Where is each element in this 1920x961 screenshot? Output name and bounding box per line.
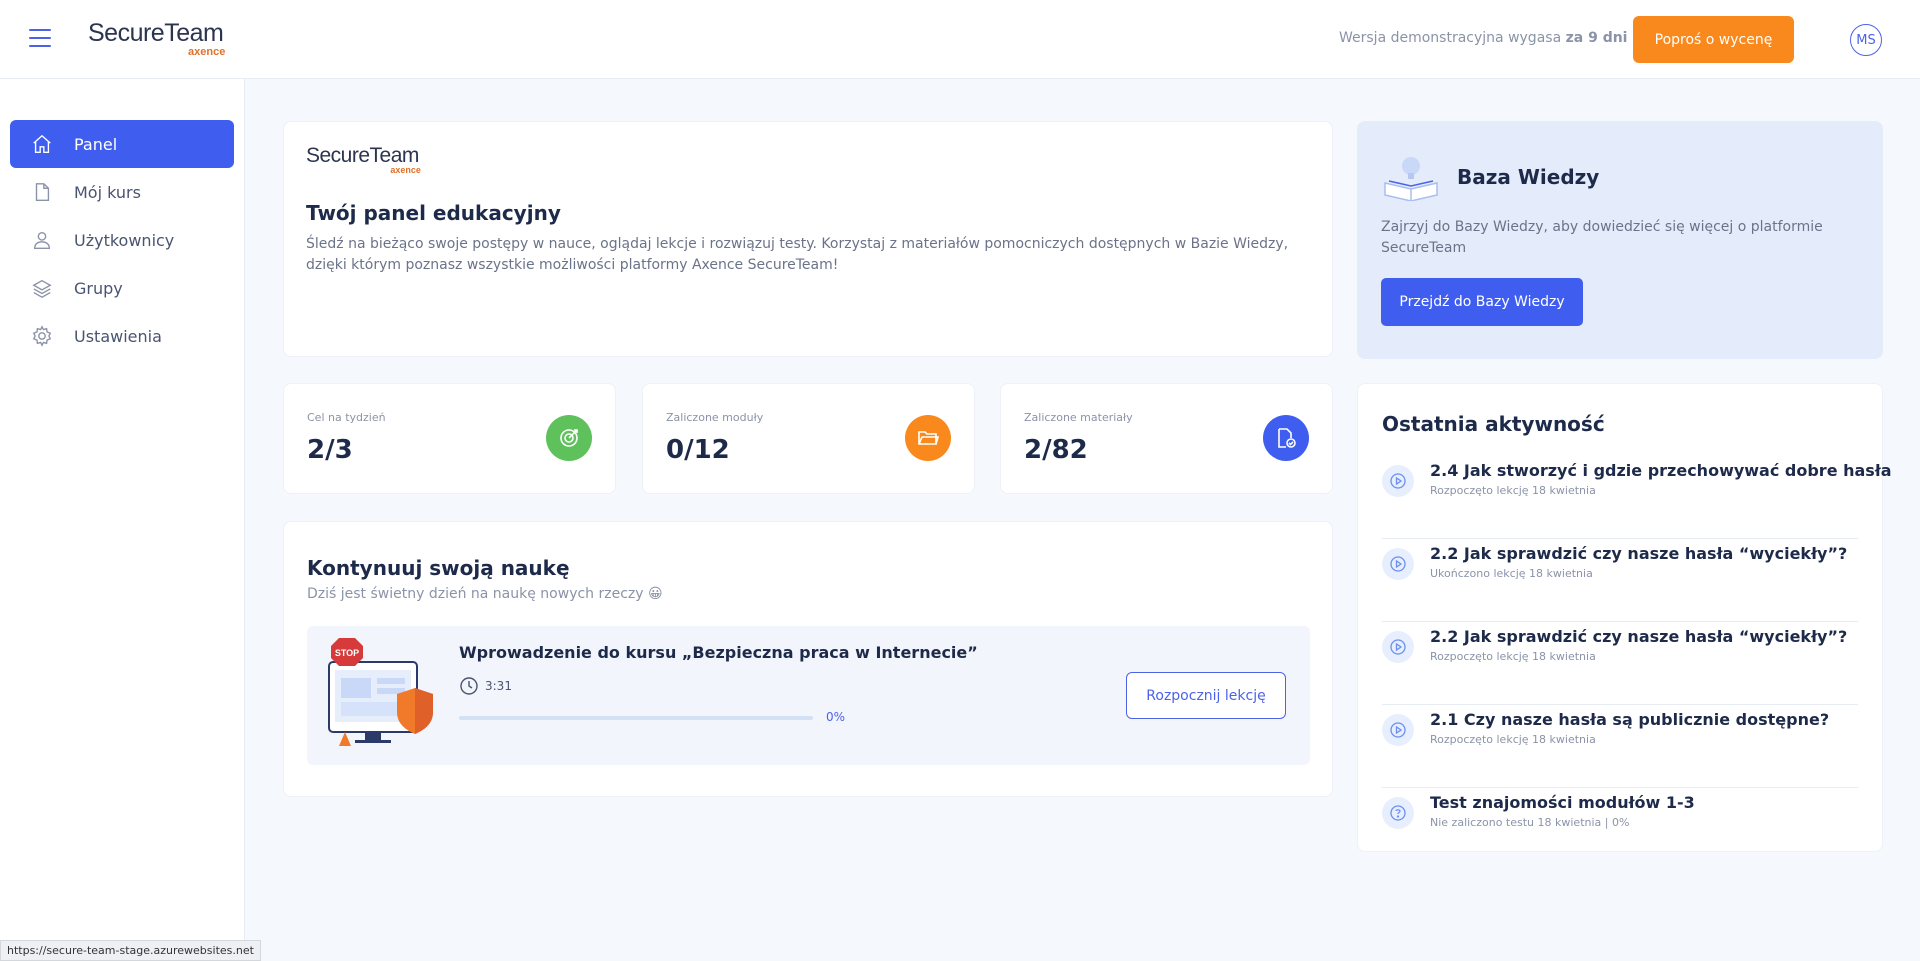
activity-meta: Rozpoczęto lekcję 18 kwietnia — [1430, 733, 1596, 746]
activity-meta: Rozpoczęto lekcję 18 kwietnia — [1430, 484, 1596, 497]
sidebar-item-my-course[interactable]: Mój kurs — [10, 168, 234, 216]
lesson-duration: 3:31 — [485, 679, 512, 693]
activity-meta: Ukończono lekcję 18 kwietnia — [1430, 567, 1593, 580]
activity-item[interactable]: 2.1 Czy nasze hasła są publicznie dostęp… — [1382, 705, 1858, 788]
file-check-icon — [1263, 415, 1309, 461]
trial-notice: Wersja demonstracyjna wygasa za 9 dni — [1339, 30, 1627, 46]
sidebar: Panel Mój kurs Użytkownicy Grupy Ustawie… — [0, 79, 245, 961]
document-icon — [30, 180, 54, 204]
go-to-knowledge-base-button[interactable]: Przejdź do Bazy Wiedzy — [1381, 278, 1583, 326]
sidebar-item-label: Grupy — [74, 278, 123, 298]
play-icon — [1382, 548, 1414, 580]
knowledge-base-description: Zajrzyj do Bazy Wiedzy, aby dowiedzieć s… — [1381, 219, 1823, 256]
play-icon — [1382, 465, 1414, 497]
request-quote-button[interactable]: Poproś o wycenę — [1633, 16, 1794, 63]
welcome-logo-text: SecureTeam — [306, 144, 419, 167]
stat-value: 2/3 — [307, 435, 353, 465]
avatar[interactable]: MS — [1850, 24, 1882, 56]
stat-label: Zaliczone materiały — [1024, 411, 1133, 424]
trial-days: za 9 dni — [1565, 30, 1628, 46]
welcome-title: Twój panel edukacyjny — [306, 201, 561, 225]
activity-name: 2.1 Czy nasze hasła są publicznie dostęp… — [1430, 710, 1830, 729]
gear-icon — [30, 324, 54, 348]
top-bar: SecureTeam axence Wersja demonstracyjna … — [0, 0, 1920, 79]
stat-card-weekly-goal: Cel na tydzień 2/3 — [283, 383, 616, 494]
stat-card-modules: Zaliczone moduły 0/12 — [642, 383, 975, 494]
logo[interactable]: SecureTeam axence — [88, 19, 225, 58]
question-icon — [1382, 797, 1414, 829]
sidebar-item-groups[interactable]: Grupy — [10, 264, 234, 312]
logo-subtext: axence — [188, 46, 226, 58]
lesson-title: Wprowadzenie do kursu „Bezpieczna praca … — [459, 643, 978, 662]
book-icon — [1384, 157, 1438, 201]
trial-text: Wersja demonstracyjna wygasa — [1339, 30, 1562, 46]
activity-name: Test znajomości modułów 1-3 — [1430, 793, 1695, 812]
activity-name: 2.2 Jak sprawdzić czy nasze hasła “wycie… — [1430, 627, 1848, 646]
welcome-description: Śledź na bieżąco swoje postępy w nauce, … — [306, 236, 1289, 273]
activity-item[interactable]: 2.4 Jak stworzyć i gdzie przechowywać do… — [1382, 456, 1892, 539]
activity-name: 2.4 Jak stworzyć i gdzie przechowywać do… — [1430, 461, 1892, 480]
menu-icon[interactable] — [29, 29, 51, 47]
activity-title: Ostatnia aktywność — [1382, 412, 1605, 436]
welcome-card: SecureTeam axence Twój panel edukacyjny … — [283, 121, 1333, 357]
activity-name: 2.2 Jak sprawdzić czy nasze hasła “wycie… — [1430, 544, 1848, 563]
welcome-logo: SecureTeam axence — [306, 144, 421, 175]
activity-item[interactable]: Test znajomości modułów 1-3 Nie zaliczon… — [1382, 788, 1858, 871]
stat-label: Cel na tydzień — [307, 411, 386, 424]
stat-value: 0/12 — [666, 435, 730, 465]
sidebar-item-settings[interactable]: Ustawienia — [10, 312, 234, 360]
continue-title: Kontynuuj swoją naukę — [307, 556, 570, 580]
svg-text:STOP: STOP — [335, 648, 359, 658]
home-icon — [30, 132, 54, 156]
folder-icon — [905, 415, 951, 461]
recent-activity-card: Ostatnia aktywność 2.4 Jak stworzyć i gd… — [1357, 383, 1892, 852]
stat-label: Zaliczone moduły — [666, 411, 764, 424]
sidebar-item-label: Panel — [74, 134, 118, 154]
lesson-card[interactable]: STOP Wprowadzenie do kursu „Bezpieczna p… — [307, 626, 1310, 765]
knowledge-base-card: Baza Wiedzy Zajrzyj do Bazy Wiedzy, aby … — [1357, 121, 1883, 359]
user-icon — [30, 228, 54, 252]
lesson-progress-bar — [459, 716, 813, 720]
lesson-thumbnail: STOP — [328, 638, 433, 746]
activity-meta: Rozpoczęto lekcję 18 kwietnia — [1430, 650, 1596, 663]
continue-learning-card: Kontynuuj swoją naukę Dziś jest świetny … — [283, 521, 1333, 797]
logo-text: SecureTeam — [88, 19, 224, 47]
play-icon — [1382, 714, 1414, 746]
knowledge-base-title: Baza Wiedzy — [1457, 165, 1600, 189]
sidebar-item-users[interactable]: Użytkownicy — [10, 216, 234, 264]
clock-icon — [460, 677, 478, 695]
status-url: https://secure-team-stage.azurewebsites.… — [0, 940, 261, 961]
lesson-progress-label: 0% — [826, 710, 846, 724]
layers-icon — [30, 276, 54, 300]
sidebar-item-label: Mój kurs — [74, 182, 141, 202]
activity-item[interactable]: 2.2 Jak sprawdzić czy nasze hasła “wycie… — [1382, 622, 1858, 705]
stat-value: 2/82 — [1024, 435, 1088, 465]
welcome-logo-subtext: axence — [390, 165, 421, 175]
target-icon — [546, 415, 592, 461]
stat-card-materials: Zaliczone materiały 2/82 — [1000, 383, 1333, 494]
sidebar-item-label: Ustawienia — [74, 326, 162, 346]
play-icon — [1382, 631, 1414, 663]
sidebar-item-label: Użytkownicy — [74, 230, 175, 250]
start-lesson-button[interactable]: Rozpocznij lekcję — [1126, 672, 1286, 719]
continue-subtitle: Dziś jest świetny dzień na naukę nowych … — [307, 586, 663, 602]
sidebar-item-panel[interactable]: Panel — [10, 120, 234, 168]
activity-meta: Nie zaliczono testu 18 kwietnia | 0% — [1430, 816, 1630, 829]
activity-item[interactable]: 2.2 Jak sprawdzić czy nasze hasła “wycie… — [1382, 539, 1858, 622]
